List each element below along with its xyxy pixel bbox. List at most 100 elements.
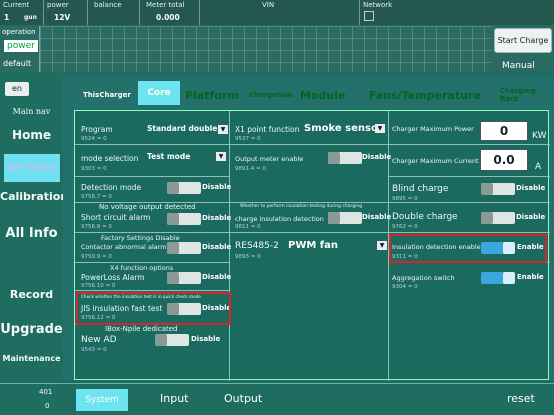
meter-cell: Meter total 0.000 [140, 0, 200, 25]
sidebar-item-all-info[interactable]: All Info [0, 226, 63, 241]
short-label: Short circuit alarm [81, 213, 151, 222]
ibox-label: IBox-Npile dedicated [105, 325, 178, 333]
bottom-bar: 401 0 System Input Output reset [0, 383, 554, 415]
tab-fans-temperature[interactable]: Fans/Temperature [369, 82, 481, 108]
status-bar: Current 1 gun power 12V balance Meter to… [0, 0, 554, 25]
detection-label: Detection mode [81, 183, 142, 192]
row-meter: Output meter enable Disable 9891.4 = 0 [230, 145, 392, 203]
operation-default: default [3, 59, 32, 68]
mode-dropdown-icon[interactable]: ▼ [216, 152, 226, 161]
highlight-jis [76, 292, 231, 325]
sidebar-item-calibration[interactable]: Calibration [0, 190, 68, 203]
powerloss-label: PowerLoss Alarm [81, 273, 145, 282]
reset-button[interactable]: reset [507, 392, 535, 405]
highlight-insdet [389, 234, 547, 263]
newad-toggle[interactable] [155, 334, 189, 346]
row-detection: Detection mode Disable 9756.7 = 0 [75, 177, 231, 203]
sidebar-item-dev-param[interactable]: Dev Param [4, 154, 60, 182]
chg-ins-code: 9811 = 0 [235, 224, 261, 230]
powerloss-toggle[interactable] [167, 272, 201, 284]
x4-label: X4 function options [110, 264, 174, 272]
res485-label: RES485-2 [235, 241, 279, 251]
gun-unit: gun [24, 14, 37, 21]
row-double: Double charge Disable 9762 = 0 [389, 203, 550, 233]
tab-core[interactable]: Core [138, 81, 180, 105]
sidebar-item-upgrade[interactable]: Upgrade [0, 322, 63, 337]
graph-grid [40, 26, 492, 72]
operation-mode-button[interactable]: power [4, 40, 38, 52]
res485-dropdown-icon[interactable]: ▼ [377, 241, 387, 250]
sidebar: en Main nav Home Dev Param Calibration A… [0, 76, 68, 380]
meter-code: 9891.4 = 0 [235, 166, 266, 172]
network-cell: Network [360, 0, 396, 25]
contactor-code: 9759.9 = 0 [81, 254, 112, 260]
contactor-toggle[interactable] [167, 242, 201, 254]
factory-label: Factory Settings Disable [101, 234, 180, 242]
meter-toggle[interactable] [328, 152, 362, 164]
row-mode: mode selection Test mode ▼ 9303 = 0 [75, 145, 230, 177]
detection-code: 9756.7 = 0 [81, 194, 112, 200]
x1-dropdown-icon[interactable]: ▼ [375, 124, 385, 133]
sidebar-item-home[interactable]: Home [0, 128, 63, 142]
newad-code: 9543 = 0 [81, 347, 107, 353]
agg-toggle[interactable] [481, 272, 515, 284]
chg-ins-label: charge insulation detection [235, 215, 324, 223]
x1-value[interactable]: Smoke senso [304, 123, 378, 134]
double-label: Double charge [392, 212, 458, 222]
tab-output[interactable]: Output [224, 392, 262, 405]
meter-state: Disable [362, 153, 392, 161]
maxpower-input[interactable]: 0 [480, 121, 528, 141]
double-toggle[interactable] [481, 212, 515, 224]
blind-code: 9895 = 0 [392, 196, 418, 202]
program-code: 9524 = 0 [81, 136, 107, 142]
balance-label: balance [94, 1, 122, 9]
mode-value[interactable]: Test mode [147, 152, 190, 161]
manual-label: Manual [502, 61, 535, 71]
program-value[interactable]: Standard double p [147, 124, 225, 133]
detection-toggle[interactable] [167, 182, 201, 194]
sidebar-title: Main nav [12, 107, 51, 116]
program-dropdown-icon[interactable]: ▼ [218, 125, 228, 134]
tab-charging-rack[interactable]: Charging Rack [500, 82, 554, 108]
row-program: Program Standard double p ▼ 9524 = 0 [75, 111, 230, 145]
short-state: Disable [202, 214, 232, 222]
blind-toggle[interactable] [481, 183, 515, 195]
current-cell: Current 1 gun [0, 0, 44, 25]
operation-box: operation power default [0, 26, 40, 72]
blind-label: Blind charge [392, 184, 449, 194]
nvo-label: No voltage output detected [99, 203, 196, 211]
tab-platform[interactable]: Platform [185, 82, 239, 108]
newad-label: New AD [81, 335, 117, 345]
chg-ins-state: Disable [362, 213, 392, 221]
sidebar-item-record[interactable]: Record [0, 288, 63, 301]
double-state: Disable [516, 213, 546, 221]
agg-code: 9304 = 0 [392, 284, 418, 290]
row-chg-ins: Whether to perform insulation testing du… [230, 203, 392, 233]
maxcurrent-input[interactable]: 0.0 [480, 149, 528, 171]
maxpower-label: Charger Maximum Power [392, 125, 474, 133]
meter-enable-label: Output meter enable [235, 155, 304, 163]
newad-state: Disable [191, 335, 221, 343]
row-contactor: Factory Settings Disable Contactor abnor… [75, 233, 231, 263]
res485-value[interactable]: PWM fan [288, 240, 338, 251]
counter-b: 0 [45, 402, 50, 410]
mode-code: 9303 = 0 [81, 166, 107, 172]
maxcurrent-unit: A [535, 162, 542, 172]
language-button[interactable]: en [5, 82, 29, 96]
x1-label: X1 point function [235, 125, 300, 134]
power-value: 12V [54, 13, 71, 22]
tab-chargegun[interactable]: ChargeGun [249, 82, 293, 108]
chg-ins-toggle[interactable] [328, 212, 362, 224]
blind-state: Disable [516, 184, 546, 192]
short-code: 9756.8 = 0 [81, 224, 112, 230]
start-charge-button[interactable]: Start Charge [494, 28, 552, 53]
sidebar-item-maintenance[interactable]: Maintenance [0, 354, 63, 363]
ins-note-label: Whether to perform insulation testing du… [240, 204, 363, 209]
row-powerloss: X4 function options PowerLoss Alarm Disa… [75, 263, 231, 291]
tab-module[interactable]: Module [300, 82, 345, 108]
agg-state: Enable [517, 273, 544, 281]
tab-input[interactable]: Input [160, 392, 188, 405]
tab-system[interactable]: System [76, 389, 128, 411]
tab-thischarger[interactable]: ThisCharger [83, 82, 131, 108]
short-toggle[interactable] [167, 213, 201, 225]
